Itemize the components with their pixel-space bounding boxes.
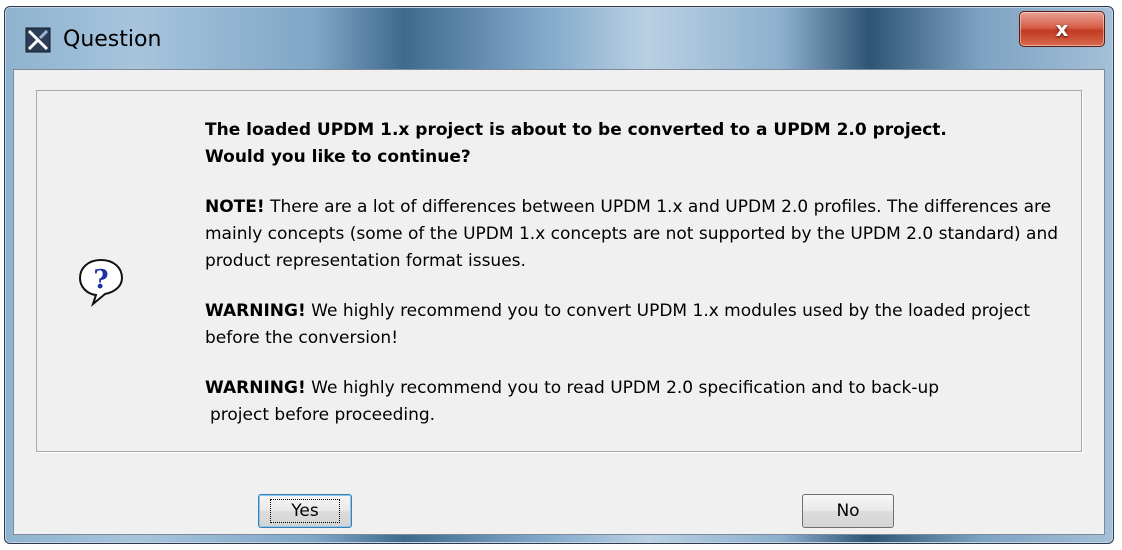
warning-paragraph-2: WARNING! We highly recommend you to read… [205, 375, 1075, 429]
no-button-label: No [836, 501, 860, 521]
warning-text-2-line-2: project before proceeding. [210, 405, 436, 425]
message-panel: ? The loaded UPDM 1.x project is about t… [36, 90, 1082, 452]
warning-label-1: WARNING! [205, 301, 306, 321]
window-title: Question [63, 27, 162, 52]
app-icon [25, 27, 51, 53]
title-bar[interactable]: Question x [5, 7, 1113, 69]
warning-text-2: We highly recommend you to read UPDM 2.0… [305, 378, 940, 398]
headline-line-1: The loaded UPDM 1.x project is about to … [205, 120, 947, 140]
no-button[interactable]: No [802, 494, 894, 528]
note-label: NOTE! [205, 197, 265, 217]
warning-text-1: We highly recommend you to convert UPDM … [205, 301, 1030, 348]
question-dialog: Question x ? The loaded UPDM 1.x project… [4, 6, 1114, 544]
yes-button-label: Yes [270, 499, 340, 523]
svg-text:?: ? [93, 265, 108, 295]
note-text: There are a lot of differences between U… [205, 197, 1059, 271]
question-icon: ? [77, 257, 125, 308]
headline: The loaded UPDM 1.x project is about to … [205, 117, 1075, 171]
headline-line-2: Would you like to continue? [205, 147, 471, 167]
close-button[interactable]: x [1019, 11, 1105, 47]
dialog-content: ? The loaded UPDM 1.x project is about t… [13, 69, 1105, 535]
note-paragraph: NOTE! There are a lot of differences bet… [205, 194, 1075, 275]
warning-paragraph-1: WARNING! We highly recommend you to conv… [205, 298, 1075, 352]
yes-button[interactable]: Yes [258, 494, 352, 528]
message-text: The loaded UPDM 1.x project is about to … [205, 117, 1075, 429]
close-icon: x [1055, 17, 1069, 41]
warning-label-2: WARNING! [205, 378, 306, 398]
